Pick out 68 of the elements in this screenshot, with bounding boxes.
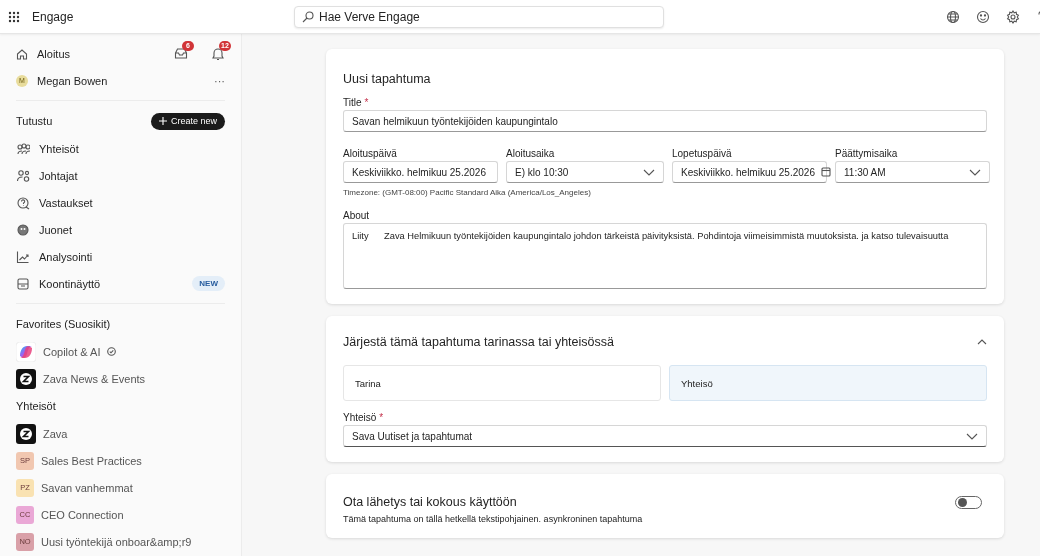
- field-label: Päättymisaika: [835, 147, 898, 159]
- card-title: Uusi tapahtuma: [343, 71, 432, 88]
- dropdown[interactable]: E) klo 10:30: [506, 161, 664, 183]
- community-link[interactable]: Uusi työntekijä onboar&amp;r9: [41, 535, 192, 548]
- required-mark: *: [364, 96, 369, 108]
- nav-link[interactable]: Analysointi: [39, 250, 93, 263]
- nav-link[interactable]: Yhteisöt: [39, 142, 79, 155]
- community-link[interactable]: Copilot & AI: [43, 345, 101, 358]
- chevron-down-icon: [969, 168, 981, 176]
- home-icon: [16, 47, 28, 60]
- community-link[interactable]: Zava: [43, 427, 68, 440]
- nav-link[interactable]: Aloitus: [37, 47, 71, 60]
- app-name: Engage: [32, 9, 75, 24]
- user-name[interactable]: Megan Bowen: [37, 74, 108, 87]
- inbox-icon[interactable]: [174, 46, 188, 61]
- nav-link[interactable]: Johtajat: [39, 169, 78, 182]
- dashboard-icon: [16, 276, 30, 291]
- nav-link[interactable]: Vastaukset: [39, 196, 93, 209]
- required-mark: *: [379, 411, 384, 423]
- section-heading: Yhteisöt: [16, 400, 56, 412]
- search-icon: [302, 10, 314, 23]
- card-title: Ota lähetys tai kokous käyttöön: [343, 494, 517, 511]
- dropdown[interactable]: 11:30 AM: [835, 161, 990, 183]
- people-icon: [16, 141, 30, 156]
- nav-link[interactable]: Koontinäyttö: [39, 277, 101, 290]
- chevron-down-icon: [966, 432, 978, 440]
- create-new-button[interactable]: Create new: [150, 112, 225, 130]
- app-launcher-icon[interactable]: [8, 10, 20, 23]
- copilot-logo-icon: [16, 341, 36, 362]
- option-card[interactable]: Tarina: [343, 365, 661, 401]
- more-button[interactable]: ···: [214, 74, 225, 87]
- calendar-icon: [820, 167, 831, 177]
- community-link[interactable]: Savan vanhemmat: [41, 481, 133, 494]
- text-area[interactable]: Liity Zava Helmikuun työntekijöiden kaupungintalo johdon tärkeistä päivityksistä. Pohdintoja viimeisimmistä muutoksista. ja katso tulevaisuutta: [343, 223, 987, 289]
- globe-icon[interactable]: [946, 9, 960, 24]
- community-link[interactable]: CEO Connection: [41, 508, 124, 521]
- input-field[interactable]: Keskiviikko. helmikuu 25.2026: [343, 161, 498, 183]
- bell-icon[interactable]: [211, 46, 225, 61]
- field-label: Yhteisö: [343, 411, 377, 423]
- smiley-icon[interactable]: [976, 9, 990, 24]
- nav-link[interactable]: Juonet: [39, 223, 73, 236]
- person-gear-icon: [16, 168, 30, 183]
- zava-logo-icon: [16, 368, 36, 389]
- question-bubble-icon: [16, 195, 30, 210]
- option-card[interactable]: Yhteisö: [669, 365, 987, 401]
- dropdown[interactable]: Sava Uutiset ja tapahtumat: [343, 425, 987, 447]
- zava-logo-icon: [16, 423, 36, 444]
- chevron-down-icon: [643, 168, 655, 176]
- field-label: Aloitusaika: [506, 147, 555, 159]
- community-link[interactable]: Zava News & Events: [43, 372, 146, 385]
- community-link[interactable]: Sales Best Practices: [41, 454, 142, 467]
- chevron-up-icon[interactable]: [977, 339, 987, 345]
- card-title: Järjestä tämä tapahtuma tarinassa tai yhteisössä: [343, 334, 614, 351]
- new-badge: NEW: [192, 276, 225, 291]
- field-label: Aloituspäivä: [343, 147, 397, 159]
- section-heading: Tutustu: [16, 115, 53, 127]
- field-label: About: [343, 209, 370, 221]
- timezone-note: Timezone: (GMT-08:00) Pacific Standard Aika (America/Los_Angeles): [343, 188, 592, 197]
- card-description: Tämä tapahtuma on tällä hetkellä tekstipohjainen. asynkroninen tapahtuma: [343, 514, 644, 524]
- field-label: Lopetuspäivä: [672, 147, 732, 159]
- plus-icon: [158, 117, 167, 125]
- input-field[interactable]: Savan helmikuun työntekijöiden kaupungintalo: [343, 110, 987, 132]
- section-heading: Favorites (Suosikit): [16, 318, 111, 330]
- settings-icon[interactable]: [1006, 9, 1020, 24]
- field-label: Title: [343, 96, 362, 108]
- line-chart-icon: [16, 249, 30, 264]
- search-field[interactable]: Hae Verve Engage: [294, 5, 664, 28]
- face-badge-icon: [16, 222, 30, 237]
